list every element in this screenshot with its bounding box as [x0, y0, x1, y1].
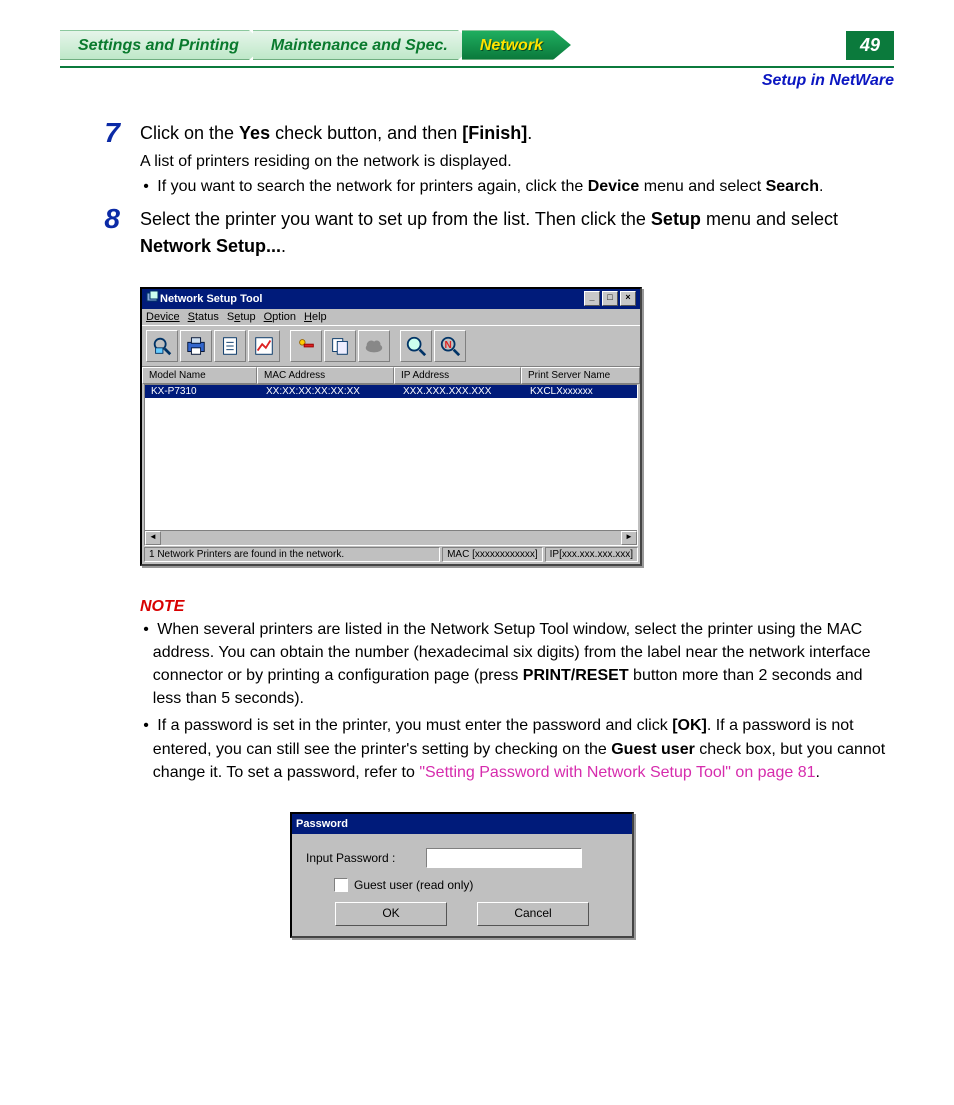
ok-button[interactable]: OK	[335, 902, 447, 926]
status-main: 1 Network Printers are found in the netw…	[144, 547, 440, 562]
status-ip: IP[xxx.xxx.xxx.xxx]	[545, 547, 638, 562]
tab-settings[interactable]: Settings and Printing	[60, 30, 267, 60]
guest-user-checkbox-row[interactable]: Guest user (read only)	[334, 878, 618, 892]
page-number-badge: 49	[846, 31, 894, 60]
step-8-main: Select the printer you want to set up fr…	[140, 206, 894, 258]
step-7: 7 Click on the Yes check button, and the…	[60, 120, 894, 198]
printer-list[interactable]: KX-P7310 XX:XX:XX:XX:XX:XX XXX.XXX.XXX.X…	[144, 384, 638, 546]
cell-model: KX-P7310	[145, 386, 260, 397]
list-item[interactable]: KX-P7310 XX:XX:XX:XX:XX:XX XXX.XXX.XXX.X…	[145, 385, 637, 398]
menubar: Device Status Setup Option Help	[142, 309, 640, 325]
titlebar[interactable]: Network Setup Tool _ □ ×	[142, 289, 640, 309]
scroll-right-button[interactable]: ►	[621, 531, 637, 545]
password-dialog: Password Input Password : Guest user (re…	[290, 812, 634, 938]
window-title: Network Setup Tool	[160, 293, 582, 305]
step-7-sub: A list of printers residing on the netwo…	[140, 150, 823, 173]
map-button[interactable]: N	[434, 330, 466, 362]
step-number: 7	[60, 118, 140, 149]
guest-user-label: Guest user (read only)	[354, 878, 473, 892]
guest-user-checkbox[interactable]	[334, 878, 348, 892]
network-setup-tool-window: Network Setup Tool _ □ × Device Status S…	[140, 287, 642, 566]
minimize-button[interactable]: _	[584, 291, 600, 306]
menu-device[interactable]: Device	[146, 311, 180, 323]
svg-text:N: N	[445, 339, 452, 350]
col-model[interactable]: Model Name	[142, 367, 257, 384]
chart-button[interactable]	[248, 330, 280, 362]
note-bullet-2: If a password is set in the printer, you…	[140, 714, 894, 784]
status-mac: MAC [xxxxxxxxxxxx]	[442, 547, 543, 562]
menu-setup[interactable]: Setup	[227, 311, 256, 323]
scrollbar-horizontal[interactable]: ◄ ►	[145, 530, 637, 545]
tab-maintenance[interactable]: Maintenance and Spec.	[253, 30, 476, 60]
titlebar[interactable]: Password	[292, 814, 632, 834]
col-mac[interactable]: MAC Address	[257, 367, 394, 384]
menu-option[interactable]: Option	[264, 311, 296, 323]
search-button[interactable]	[146, 330, 178, 362]
cell-mac: XX:XX:XX:XX:XX:XX	[260, 386, 397, 397]
status-button[interactable]	[214, 330, 246, 362]
app-icon	[146, 290, 160, 307]
search-icon	[151, 335, 173, 357]
step-number: 8	[60, 204, 140, 235]
toolbar: N	[142, 325, 640, 367]
note-label: NOTE	[140, 598, 894, 616]
printer-button[interactable]	[180, 330, 212, 362]
password-input[interactable]	[426, 848, 582, 868]
cancel-button[interactable]: Cancel	[477, 902, 589, 926]
divider	[60, 66, 894, 68]
note-bullet-1: When several printers are listed in the …	[140, 618, 894, 711]
document-icon	[219, 335, 241, 357]
find-button[interactable]	[400, 330, 432, 362]
gear-key-icon	[295, 335, 317, 357]
menu-help[interactable]: Help	[304, 311, 327, 323]
tab-network[interactable]: Network	[462, 30, 571, 60]
copy-icon	[329, 335, 351, 357]
step-8: 8 Select the printer you want to set up …	[60, 206, 894, 258]
copy-button[interactable]	[324, 330, 356, 362]
section-path: Setup in NetWare	[60, 72, 894, 90]
step-7-bullet: If you want to search the network for pr…	[140, 175, 823, 198]
col-print-server[interactable]: Print Server Name	[521, 367, 640, 384]
list-header: Model Name MAC Address IP Address Print …	[142, 367, 640, 384]
settings-button[interactable]	[290, 330, 322, 362]
cell-ip: XXX.XXX.XXX.XXX	[397, 386, 524, 397]
col-ip[interactable]: IP Address	[394, 367, 521, 384]
step-7-main: Click on the Yes check button, and then …	[140, 120, 823, 146]
chart-icon	[253, 335, 275, 357]
note-block: NOTE When several printers are listed in…	[140, 598, 894, 784]
statusbar: 1 Network Printers are found in the netw…	[142, 546, 640, 564]
maximize-button[interactable]: □	[602, 291, 618, 306]
scroll-left-button[interactable]: ◄	[145, 531, 161, 545]
top-tabbar: Settings and Printing Maintenance and Sp…	[60, 30, 894, 60]
cloud-icon	[363, 335, 385, 357]
xref-link[interactable]: "Setting Password with Network Setup Too…	[419, 764, 815, 781]
magnify-icon	[405, 335, 427, 357]
cell-ps: KXCLXxxxxxx	[524, 386, 637, 397]
printer-icon	[185, 335, 207, 357]
password-label: Input Password :	[306, 851, 426, 865]
menu-status[interactable]: Status	[188, 311, 219, 323]
dialog-title: Password	[296, 818, 628, 830]
close-button[interactable]: ×	[620, 291, 636, 306]
cloud-button[interactable]	[358, 330, 390, 362]
map-pin-icon: N	[439, 335, 461, 357]
